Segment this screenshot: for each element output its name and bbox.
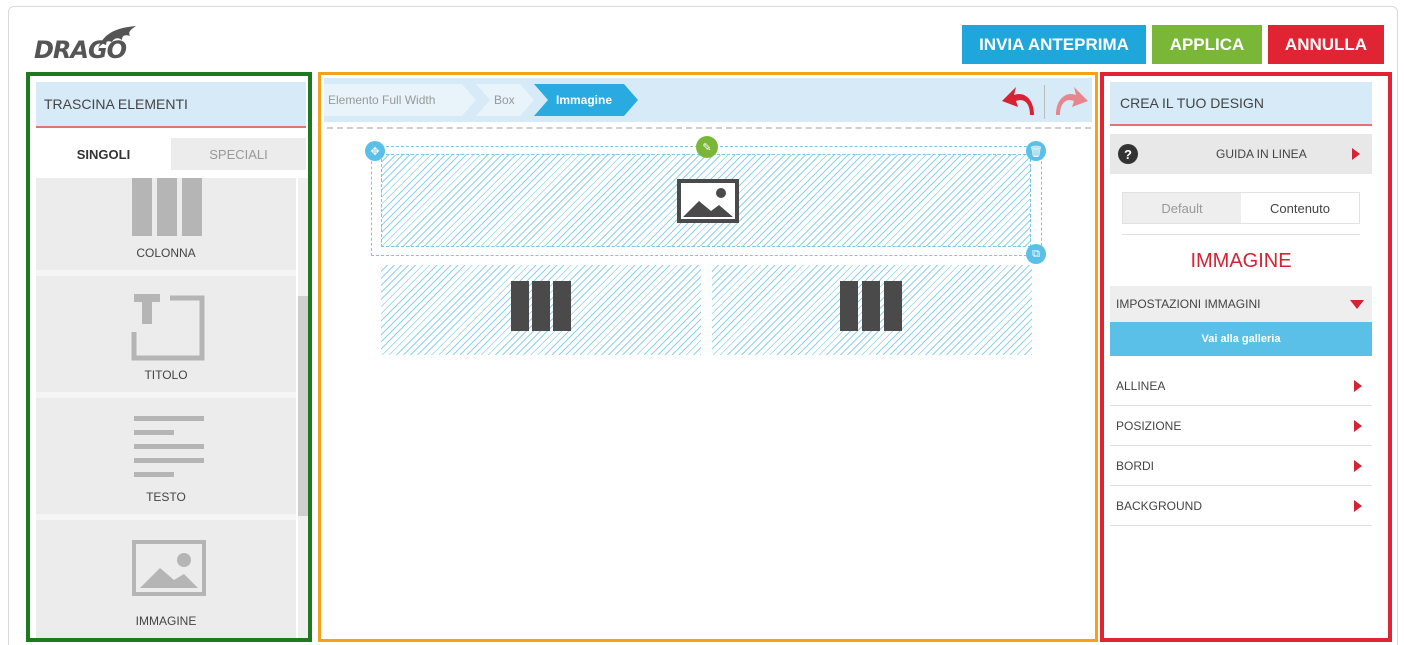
image-settings-label: IMPOSTAZIONI IMMAGINI [1116, 297, 1261, 311]
element-label-immagine: IMMAGINE [135, 614, 197, 628]
canvas-panel: Elemento Full Width Box Immagine ✥ ✎ 🗑 ⧉ [318, 72, 1098, 642]
element-label-colonna: COLONNA [136, 246, 196, 260]
tab-contenuto[interactable]: Contenuto [1241, 193, 1359, 223]
element-title: IMMAGINE [1190, 250, 1292, 272]
column-block-right[interactable] [712, 265, 1032, 355]
design-tabs: Default Contenuto [1122, 192, 1360, 224]
column-block-left[interactable] [381, 265, 701, 355]
element-card-titolo[interactable]: TITOLO [36, 276, 296, 392]
undo-icon[interactable] [1000, 85, 1040, 119]
expand-arrow-icon [1352, 148, 1360, 160]
element-card-testo[interactable]: TESTO [36, 398, 296, 514]
design-panel-title: CREA IL TUO DESIGN [1110, 82, 1372, 126]
element-card-immagine[interactable]: IMMAGINE [36, 520, 296, 638]
column-placeholder-icon [511, 281, 571, 331]
image-placeholder-icon [677, 179, 739, 223]
property-label: ALLINEA [1116, 378, 1166, 393]
delete-icon[interactable]: 🗑 [1026, 141, 1046, 161]
canvas-dropzone-top [327, 127, 1091, 129]
redo-icon[interactable] [1050, 85, 1090, 119]
collapse-arrow-icon [1350, 299, 1364, 309]
property-posizione[interactable]: POSIZIONE [1110, 406, 1372, 446]
design-panel: CREA IL TUO DESIGN ? GUIDA IN LINEA Defa… [1100, 72, 1392, 642]
image-settings-section[interactable]: IMPOSTAZIONI IMMAGINI [1110, 286, 1372, 322]
elements-panel: TRASCINA ELEMENTI SINGOLI SPECIALI COLON… [26, 72, 312, 642]
expand-arrow-icon [1354, 459, 1362, 472]
expand-arrow-icon [1354, 419, 1362, 432]
scrollbar-thumb[interactable] [298, 296, 308, 516]
expand-arrow-icon [1354, 379, 1362, 392]
apply-button[interactable]: APPLICA [1152, 25, 1262, 64]
element-card-colonna[interactable]: COLONNA [36, 178, 296, 270]
tab-default[interactable]: Default [1123, 193, 1241, 223]
online-guide-row[interactable]: ? GUIDA IN LINEA [1110, 134, 1372, 174]
breadcrumb-item-immagine[interactable]: Immagine [556, 84, 612, 116]
element-label-testo: TESTO [146, 490, 186, 504]
title-icon [131, 294, 205, 361]
tab-singoli[interactable]: SINGOLI [36, 138, 171, 170]
breadcrumb-item-full-width[interactable]: Elemento Full Width [328, 84, 435, 116]
breadcrumb-item-box[interactable]: Box [494, 84, 515, 116]
elements-tabs: SINGOLI SPECIALI [36, 138, 306, 170]
column-placeholder-icon [840, 281, 902, 331]
elements-panel-title: TRASCINA ELEMENTI [36, 82, 306, 128]
drago-logo: DRAGO [34, 24, 154, 64]
go-to-gallery-button[interactable]: Vai alla galleria [1110, 322, 1372, 356]
history-controls [1000, 83, 1092, 121]
tab-speciali[interactable]: SPECIALI [171, 138, 306, 170]
property-label: BACKGROUND [1116, 498, 1203, 513]
property-label: POSIZIONE [1116, 418, 1182, 433]
duplicate-icon[interactable]: ⧉ [1026, 244, 1046, 264]
cancel-button[interactable]: ANNULLA [1268, 25, 1384, 64]
edit-icon[interactable]: ✎ [696, 136, 718, 158]
property-bordi[interactable]: BORDI [1110, 446, 1372, 486]
image-block[interactable] [381, 154, 1031, 247]
columns-icon [132, 178, 202, 236]
image-icon [132, 540, 206, 596]
expand-arrow-icon [1354, 499, 1362, 512]
help-icon: ? [1118, 144, 1138, 164]
breadcrumb: Elemento Full Width Box Immagine [324, 78, 1092, 122]
property-allinea[interactable]: ALLINEA [1110, 366, 1372, 406]
history-divider [1044, 85, 1045, 119]
divider [1122, 234, 1360, 235]
elements-scrollbar[interactable] [298, 178, 308, 638]
elements-list: COLONNA TITOLO TESTO IMMAGINE [36, 178, 296, 638]
element-label-titolo: TITOLO [144, 368, 188, 382]
online-guide-label: GUIDA IN LINEA [1216, 147, 1307, 161]
property-label: BORDI [1116, 458, 1155, 473]
dragon-wing-icon [98, 26, 136, 48]
text-icon [134, 416, 204, 477]
send-preview-button[interactable]: INVIA ANTEPRIMA [962, 25, 1146, 64]
move-handle-icon[interactable]: ✥ [365, 141, 385, 161]
property-background[interactable]: BACKGROUND [1110, 486, 1372, 526]
